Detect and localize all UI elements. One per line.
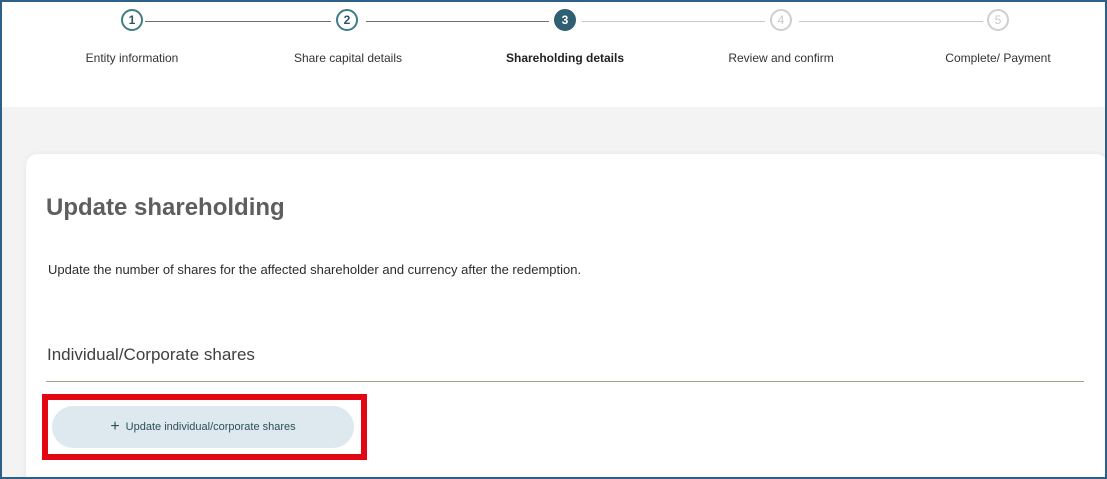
step-5-indicator: 5 [987, 9, 1009, 31]
page-description: Update the number of shares for the affe… [48, 262, 582, 277]
step-connector [366, 21, 549, 22]
step-2-label: Share capital details [293, 51, 403, 65]
step-connector [799, 21, 983, 22]
step-connector [582, 21, 765, 22]
update-individual-corporate-shares-button[interactable]: + Update individual/corporate shares [52, 406, 354, 448]
step-1-indicator: 1 [121, 9, 143, 31]
step-connector [145, 21, 331, 22]
section-divider [46, 381, 1084, 382]
step-4-label: Review and confirm [728, 51, 834, 65]
step-3-indicator: 3 [554, 9, 576, 31]
step-4-indicator: 4 [770, 9, 792, 31]
update-button-label: Update individual/corporate shares [125, 421, 296, 433]
progress-stepper: 1 2 3 4 5 Entity information Share capit… [2, 2, 1105, 107]
page-title: Update shareholding [46, 194, 285, 221]
shareholding-card: Update shareholding Update the number of… [26, 154, 1105, 477]
step-3-label: Shareholding details [505, 51, 625, 65]
plus-icon: + [110, 418, 120, 435]
step-1-label: Entity information [85, 51, 179, 65]
app-frame: 1 2 3 4 5 Entity information Share capit… [0, 0, 1107, 479]
step-2-indicator: 2 [336, 9, 358, 31]
step-5-label: Complete/ Payment [945, 51, 1051, 65]
section-title: Individual/Corporate shares [47, 345, 255, 364]
